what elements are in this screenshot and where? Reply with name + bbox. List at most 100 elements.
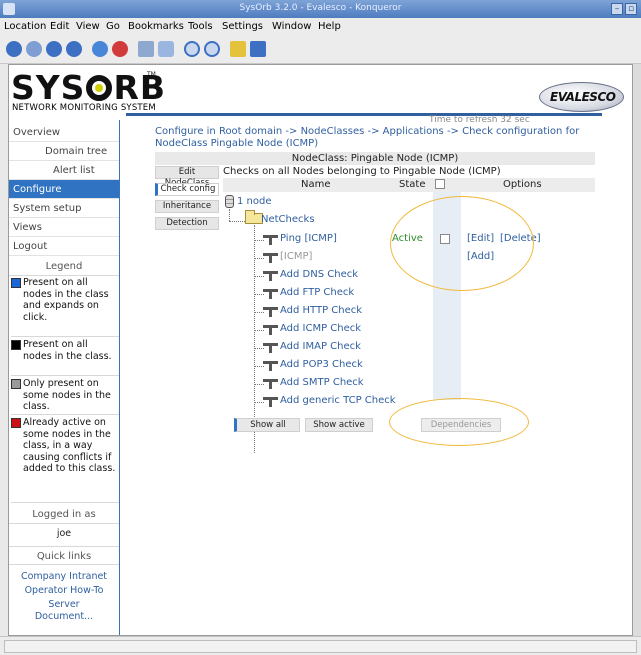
legend-item-black: Present on all nodes in the class. — [11, 339, 119, 376]
nav-configure[interactable]: Configure — [9, 180, 119, 199]
nav-system-setup[interactable]: System setup — [9, 199, 119, 218]
tab-check-config[interactable]: Check config — [155, 183, 219, 196]
menu-bookmarks[interactable]: Bookmarks — [128, 21, 184, 32]
plug-icon — [263, 361, 278, 371]
legend-title: Legend — [9, 257, 119, 276]
trademark: TM — [147, 71, 156, 78]
legend-item-blue: Present on all nodes in the class and ex… — [11, 277, 119, 337]
tree-item-ping-icmp[interactable]: Ping [ICMP] — [280, 233, 337, 244]
link-company-intranet[interactable]: Company Intranet — [9, 571, 119, 582]
plug-icon — [263, 397, 278, 407]
refresh-timer: Time to refresh 32 sec — [429, 115, 530, 125]
tree-item-add-dns[interactable]: Add DNS Check — [280, 269, 358, 280]
plug-icon — [263, 253, 278, 263]
menu-bar: Location Edit View Go Bookmarks Tools Se… — [0, 18, 641, 36]
nav-domain-tree[interactable]: Domain tree — [9, 142, 119, 161]
zoom-out-icon[interactable] — [204, 41, 220, 57]
tree-item-add-imap[interactable]: Add IMAP Check — [280, 341, 361, 352]
tree-item-add-smtp[interactable]: Add SMTP Check — [280, 377, 364, 388]
tree-connector — [229, 221, 245, 222]
breadcrumb[interactable]: Configure in Root domain -> NodeClasses … — [155, 126, 625, 150]
status-field — [4, 640, 637, 653]
quick-links-title: Quick links — [9, 546, 119, 565]
status-bar — [0, 636, 641, 655]
reload-icon[interactable] — [92, 41, 108, 57]
legend-item-grey: Only present on some nodes in the class. — [11, 378, 119, 415]
menu-help[interactable]: Help — [318, 21, 341, 32]
print-icon[interactable] — [138, 41, 154, 57]
window-titlebar: SysOrb 3.2.0 - Evalesco - Konqueror – ▫ — [0, 0, 641, 18]
up-icon[interactable] — [46, 41, 62, 57]
link-server-document[interactable]: Server Document... — [9, 599, 119, 623]
lock-icon[interactable] — [230, 41, 246, 57]
tab-edit-nodeclass[interactable]: Edit NodeClass — [155, 166, 219, 188]
nav-alert-list[interactable]: Alert list — [9, 161, 119, 180]
zoom-in-icon[interactable] — [184, 41, 200, 57]
menu-go[interactable]: Go — [106, 21, 120, 32]
back-icon[interactable] — [6, 41, 22, 57]
page-content: SYS RB TM NETWORK MONITORING SYSTEM Time … — [8, 64, 633, 636]
legend-swatch-blue — [11, 278, 21, 288]
tree-item-icmp[interactable]: [ICMP] — [280, 251, 312, 262]
nodeclass-header: NodeClass: Pingable Node (ICMP) — [155, 152, 595, 165]
legend-swatch-black — [11, 340, 21, 350]
show-all-button[interactable]: Show all — [234, 418, 300, 432]
show-active-button[interactable]: Show active — [305, 418, 373, 432]
plug-icon — [263, 235, 278, 245]
evalesco-logo: EVALESCO — [539, 82, 624, 112]
col-state: State — [399, 179, 426, 190]
col-options: Options — [503, 179, 542, 190]
menu-window[interactable]: Window — [272, 21, 311, 32]
header-rule — [126, 113, 602, 116]
sysorb-logo: SYS RB — [11, 68, 167, 107]
nav-views[interactable]: Views — [9, 218, 119, 237]
download-icon[interactable] — [250, 41, 266, 57]
plug-icon — [263, 379, 278, 389]
tree-item-add-pop3[interactable]: Add POP3 Check — [280, 359, 363, 370]
checks-title: Checks on all Nodes belonging to Pingabl… — [223, 166, 501, 177]
security-icon[interactable] — [158, 41, 174, 57]
col-name: Name — [301, 179, 331, 190]
logo-subtitle: NETWORK MONITORING SYSTEM — [12, 103, 156, 113]
maximize-button[interactable]: ▫ — [625, 3, 637, 15]
menu-settings[interactable]: Settings — [222, 21, 263, 32]
tab-detection[interactable]: Detection — [155, 217, 219, 230]
nav-overview[interactable]: Overview — [9, 123, 119, 142]
stop-icon[interactable] — [112, 41, 128, 57]
vertical-scrollbar[interactable] — [633, 64, 641, 636]
nav-logout[interactable]: Logout — [9, 237, 119, 256]
minimize-button[interactable]: – — [611, 3, 623, 15]
menu-view[interactable]: View — [76, 21, 100, 32]
link-operator-howto[interactable]: Operator How-To — [9, 585, 119, 596]
menu-location[interactable]: Location — [4, 21, 46, 32]
database-icon — [225, 195, 234, 208]
home-icon[interactable] — [66, 41, 82, 57]
plug-icon — [263, 307, 278, 317]
username: joe — [56, 528, 72, 539]
toolbar — [0, 36, 641, 64]
tree-item-add-http[interactable]: Add HTTP Check — [280, 305, 362, 316]
logged-in-title: Logged in as — [9, 505, 119, 524]
legend-swatch-grey — [11, 379, 21, 389]
tree-connector — [229, 209, 230, 221]
column-header: Name State Options — [223, 178, 595, 192]
menu-tools[interactable]: Tools — [188, 21, 213, 32]
legend-item-red: Already active on some nodes in the clas… — [11, 417, 119, 503]
tree-item-add-icmp[interactable]: Add ICMP Check — [280, 323, 361, 334]
tree-folder-netchecks[interactable]: NetChecks — [261, 214, 315, 225]
forward-icon[interactable] — [26, 41, 42, 57]
plug-icon — [263, 325, 278, 335]
select-all-checkbox[interactable] — [435, 179, 445, 189]
highlight-ellipse-options — [390, 196, 534, 291]
tree-item-add-generic-tcp[interactable]: Add generic TCP Check — [280, 395, 396, 406]
legend-swatch-red — [11, 418, 21, 428]
plug-icon — [263, 271, 278, 281]
tree-item-add-ftp[interactable]: Add FTP Check — [280, 287, 354, 298]
plug-icon — [263, 289, 278, 299]
plug-icon — [263, 343, 278, 353]
dependencies-button[interactable]: Dependencies — [421, 418, 501, 432]
tree-root-link[interactable]: 1 node — [237, 196, 272, 207]
tab-inheritance[interactable]: Inheritance — [155, 200, 219, 213]
sidebar: Overview Domain tree Alert list Configur… — [9, 120, 120, 635]
menu-edit[interactable]: Edit — [50, 21, 69, 32]
